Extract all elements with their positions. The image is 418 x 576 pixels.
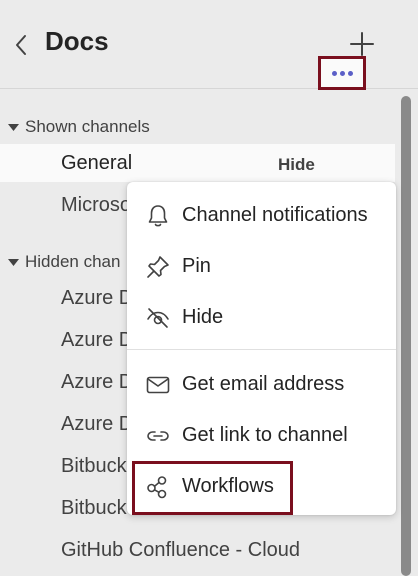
channel-name: Azure D <box>61 287 134 309</box>
menu-item-workflows[interactable]: Workflows <box>127 461 396 511</box>
scrollbar[interactable] <box>401 96 411 576</box>
section-label: Hidden chan <box>25 252 121 271</box>
link-icon <box>147 431 169 441</box>
menu-item-get-email-address[interactable]: Get email address <box>127 359 396 409</box>
channel-name: Bitbuck <box>61 497 127 519</box>
workflows-icon <box>147 476 167 499</box>
back-button[interactable] <box>10 30 32 60</box>
caret-down-icon <box>8 259 19 266</box>
pin-icon <box>147 256 169 278</box>
channel-name: Azure D <box>61 413 134 435</box>
menu-item-hide[interactable]: Hide <box>127 292 396 342</box>
hide-link[interactable]: Hide <box>278 155 315 175</box>
menu-item-pin[interactable]: Pin <box>127 241 396 291</box>
channel-name: General <box>61 152 133 174</box>
bell-icon <box>148 205 168 227</box>
eye-off-icon <box>147 308 169 328</box>
menu-item-get-link-to-channel[interactable]: Get link to channel <box>127 410 396 460</box>
page-title: Docs <box>45 26 109 56</box>
section-label: Shown channels <box>25 117 150 136</box>
mail-icon <box>146 376 170 394</box>
channel-name: Azure D <box>61 329 134 351</box>
more-options-button[interactable] <box>318 56 366 90</box>
channel-item-general[interactable]: General Hide <box>0 144 395 182</box>
menu-item-label: Hide <box>182 306 224 328</box>
menu-item-label: Channel notifications <box>182 204 368 226</box>
menu-divider <box>127 349 396 350</box>
channel-context-menu: Channel notifications Pin Hide Get email… <box>127 182 396 515</box>
menu-item-channel-notifications[interactable]: Channel notifications <box>127 190 396 240</box>
channel-name: Azure D <box>61 371 134 393</box>
caret-down-icon <box>8 124 19 131</box>
plus-icon <box>350 32 374 56</box>
menu-item-label: Get link to channel <box>182 424 348 446</box>
channel-name: Microso <box>61 194 132 216</box>
menu-item-label: Get email address <box>182 373 345 395</box>
menu-item-label: Workflows <box>182 475 274 497</box>
channel-name: Bitbuck <box>61 455 127 477</box>
menu-item-label: Pin <box>182 255 211 277</box>
channel-name: GitHub Confluence - Cloud <box>61 539 301 561</box>
more-horizontal-icon <box>331 70 353 76</box>
chevron-left-icon <box>16 35 26 55</box>
section-shown-channels[interactable]: Shown channels <box>0 116 390 140</box>
channel-item[interactable]: GitHub Confluence - Cloud <box>0 531 395 569</box>
